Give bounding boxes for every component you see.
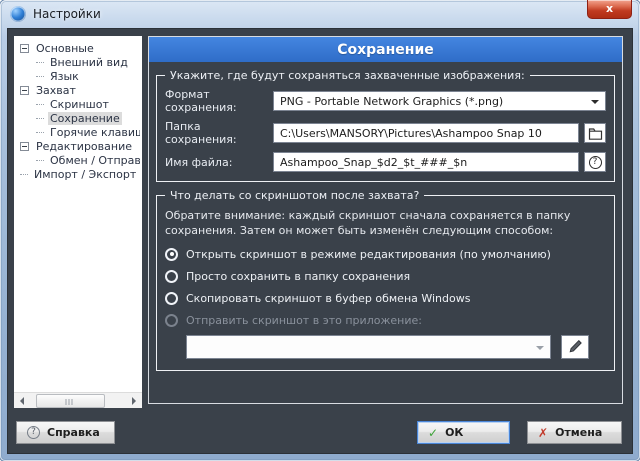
filename-input[interactable]	[273, 152, 579, 172]
scroll-left-icon[interactable]	[14, 393, 30, 409]
after-capture-note: Обратите внимание: каждый скриншот снача…	[165, 208, 606, 239]
settings-tree-panel: ОсновныеВнешний видЯзыкЗахватСкриншотСох…	[14, 36, 142, 408]
tree-connector-icon	[36, 132, 44, 133]
radio-option[interactable]: Скопировать скриншот в буфер обмена Wind…	[165, 292, 606, 305]
radio-option[interactable]: Открыть скриншот в режиме редактирования…	[165, 248, 606, 261]
main-panel: Сохранение Укажите, где будут сохранятьс…	[148, 36, 623, 404]
collapse-expander-icon[interactable]	[20, 44, 29, 53]
sidebar-item[interactable]: Импорт / Экспорт	[20, 167, 140, 181]
sidebar-item[interactable]: Скриншот	[20, 97, 140, 111]
cancel-button-label: Отмена	[555, 426, 602, 439]
chevron-down-icon	[591, 100, 599, 108]
sidebar-item-label: Сохранение	[48, 112, 122, 125]
help-button-label: Справка	[47, 426, 100, 439]
sidebar-item[interactable]: Захват	[20, 83, 140, 97]
sidebar-item[interactable]: Внешний вид	[20, 55, 140, 69]
tree-connector-icon	[36, 76, 44, 77]
sidebar-item-label: Редактирование	[34, 140, 134, 153]
folder-input[interactable]	[273, 123, 579, 143]
titlebar[interactable]: Настройки	[0, 0, 640, 28]
page-title: Сохранение	[149, 37, 622, 62]
scrollbar-thumb[interactable]	[36, 394, 105, 408]
radio-icon	[165, 314, 178, 327]
question-icon: ?	[589, 156, 602, 169]
sidebar-item[interactable]: Сохранение	[20, 111, 140, 125]
after-capture-group: Что делать со скриншотом после захвата? …	[156, 195, 615, 371]
tree-connector-icon	[36, 118, 44, 119]
client-area: ОсновныеВнешний видЯзыкЗахватСкриншотСох…	[7, 28, 633, 454]
radio-option-label: Открыть скриншот в режиме редактирования…	[186, 248, 551, 261]
help-button[interactable]: ? Справка	[16, 421, 115, 444]
ok-button[interactable]: ✓ ОК	[417, 421, 510, 444]
sidebar-item-label: Внешний вид	[48, 56, 130, 69]
help-icon: ?	[27, 426, 40, 439]
window-title: Настройки	[33, 7, 101, 21]
radio-option[interactable]: Просто сохранить в папку сохранения	[165, 270, 606, 283]
cancel-button[interactable]: ✗ Отмена	[527, 421, 622, 444]
radio-option: Отправить скриншот в это приложение:	[165, 314, 606, 327]
tree-connector-icon	[36, 104, 44, 105]
after-capture-options: Открыть скриншот в режиме редактирования…	[165, 248, 606, 327]
x-icon: ✗	[538, 426, 548, 440]
app-icon	[10, 6, 26, 22]
save-location-group: Укажите, где будут сохраняться захваченн…	[156, 75, 615, 182]
format-dropdown-value: PNG - Portable Network Graphics (*.png)	[280, 95, 503, 108]
tree-horizontal-scrollbar[interactable]	[14, 392, 142, 408]
edit-app-button[interactable]	[561, 335, 589, 359]
format-dropdown[interactable]: PNG - Portable Network Graphics (*.png)	[273, 91, 606, 111]
sidebar-item-label: Горячие клавиши	[48, 126, 140, 139]
sidebar-item[interactable]: Основные	[20, 41, 140, 55]
tree-connector-icon	[36, 160, 44, 161]
scroll-right-icon[interactable]	[126, 393, 142, 409]
ok-button-label: ОК	[445, 426, 463, 439]
settings-window: Настройки x ОсновныеВнешний видЯзыкЗахва…	[0, 0, 640, 461]
close-button[interactable]: x	[587, 0, 632, 19]
sidebar-item[interactable]: Обмен / Отправка	[20, 153, 140, 167]
send-app-dropdown	[186, 335, 551, 359]
sidebar-item-label: Язык	[48, 70, 81, 83]
pencil-icon	[568, 339, 583, 354]
save-location-group-title: Укажите, где будут сохраняться захваченн…	[165, 69, 530, 82]
radio-option-label: Просто сохранить в папку сохранения	[186, 270, 410, 283]
tree-connector-icon	[20, 174, 28, 175]
sidebar-item-label: Импорт / Экспорт	[32, 168, 138, 181]
sidebar-item-label: Скриншот	[48, 98, 111, 111]
folder-icon	[588, 127, 603, 140]
radio-icon[interactable]	[165, 292, 178, 305]
radio-icon[interactable]	[165, 270, 178, 283]
sidebar-item-label: Основные	[34, 42, 96, 55]
collapse-expander-icon[interactable]	[20, 142, 29, 151]
scrollbar-grip-icon	[66, 399, 75, 405]
radio-option-label: Отправить скриншот в это приложение:	[186, 314, 422, 327]
sidebar-item-label: Обмен / Отправка	[48, 154, 140, 167]
tree-connector-icon	[36, 62, 44, 63]
settings-tree: ОсновныеВнешний видЯзыкЗахватСкриншотСох…	[14, 36, 142, 183]
filename-help-button[interactable]: ?	[584, 152, 606, 172]
filename-label: Имя файла:	[165, 156, 273, 169]
sidebar-item[interactable]: Горячие клавиши	[20, 125, 140, 139]
sidebar-item-label: Захват	[34, 84, 78, 97]
radio-icon[interactable]	[165, 248, 178, 261]
scrollbar-track[interactable]	[30, 394, 126, 408]
folder-label: Папка сохранения:	[165, 120, 273, 146]
radio-option-label: Скопировать скриншот в буфер обмена Wind…	[186, 292, 470, 305]
sidebar-item[interactable]: Язык	[20, 69, 140, 83]
chevron-down-icon	[536, 346, 544, 354]
browse-folder-button[interactable]	[584, 123, 606, 143]
format-label: Формат сохранения:	[165, 88, 273, 114]
sidebar-item[interactable]: Редактирование	[20, 139, 140, 153]
check-icon: ✓	[428, 426, 438, 440]
collapse-expander-icon[interactable]	[20, 86, 29, 95]
after-capture-group-title: Что делать со скриншотом после захвата?	[165, 189, 424, 202]
